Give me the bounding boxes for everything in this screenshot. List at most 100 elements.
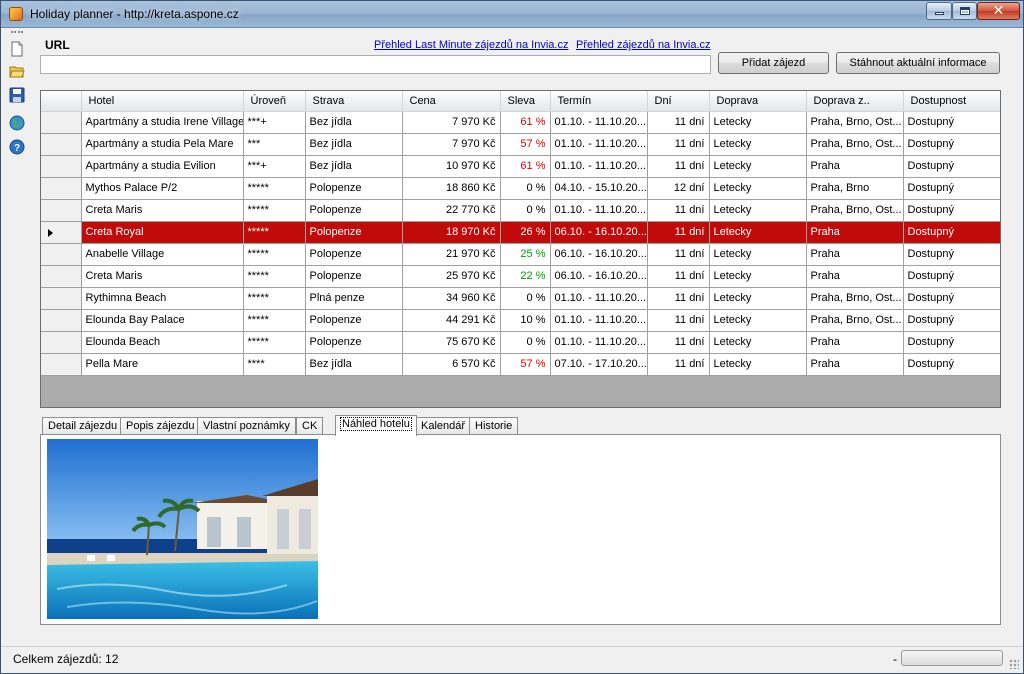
cell-hotel[interactable]: Elounda Bay Palace: [81, 309, 244, 332]
cell-discount[interactable]: 0 %: [500, 287, 551, 310]
cell-discount[interactable]: 61 %: [500, 111, 551, 134]
cell-transport[interactable]: Letecky: [709, 353, 807, 376]
cell-transport-from[interactable]: Praha: [806, 331, 904, 354]
cell-transport-from[interactable]: Praha: [806, 155, 904, 178]
download-info-button[interactable]: Stáhnout aktuální informace: [836, 52, 1000, 74]
row-header[interactable]: [41, 331, 82, 354]
cell-transport-from[interactable]: Praha: [806, 353, 904, 376]
cell-level[interactable]: *****: [243, 331, 306, 354]
cell-board[interactable]: Polopenze: [305, 265, 403, 288]
cell-level[interactable]: ***: [243, 133, 306, 156]
table-row[interactable]: Creta Maris ***** Polopenze 22 770 Kč 0 % 01.…: [41, 199, 1000, 222]
close-button[interactable]: ✕: [977, 2, 1020, 20]
cell-price[interactable]: 18 970 Kč: [402, 221, 501, 244]
cell-board[interactable]: Bez jídla: [305, 111, 403, 134]
cell-price[interactable]: 22 770 Kč: [402, 199, 501, 222]
cell-hotel[interactable]: Creta Maris: [81, 265, 244, 288]
maximize-button[interactable]: [952, 2, 977, 20]
tab-5[interactable]: Kalendář: [415, 417, 472, 435]
row-header[interactable]: [41, 111, 82, 134]
cell-availability[interactable]: Dostupný: [903, 287, 1000, 310]
cell-days[interactable]: 11 dní: [647, 265, 710, 288]
cell-days[interactable]: 11 dní: [647, 111, 710, 134]
cell-price[interactable]: 10 970 Kč: [402, 155, 501, 178]
cell-term[interactable]: 04.10. - 15.10.20...: [550, 177, 648, 200]
cell-transport-from[interactable]: Praha, Brno, Ost...: [806, 287, 904, 310]
cell-term[interactable]: 01.10. - 11.10.20...: [550, 111, 648, 134]
open-folder-icon[interactable]: [9, 63, 25, 79]
cell-price[interactable]: 25 970 Kč: [402, 265, 501, 288]
cell-hotel[interactable]: Rythimna Beach: [81, 287, 244, 310]
cell-level[interactable]: *****: [243, 287, 306, 310]
cell-availability[interactable]: Dostupný: [903, 155, 1000, 178]
column-header-term[interactable]: Termín: [550, 91, 648, 112]
cell-board[interactable]: Polopenze: [305, 199, 403, 222]
cell-discount[interactable]: 26 %: [500, 221, 551, 244]
row-header[interactable]: [41, 287, 82, 310]
table-row[interactable]: Mythos Palace P/2 ***** Polopenze 18 860 Kč…: [41, 177, 1000, 200]
cell-transport[interactable]: Letecky: [709, 331, 807, 354]
app-icon[interactable]: [9, 7, 23, 21]
cell-price[interactable]: 7 970 Kč: [402, 111, 501, 134]
cell-level[interactable]: ***+: [243, 111, 306, 134]
cell-discount[interactable]: 0 %: [500, 177, 551, 200]
row-header[interactable]: [41, 177, 82, 200]
cell-board[interactable]: Bez jídla: [305, 133, 403, 156]
row-header[interactable]: [41, 309, 82, 332]
cell-discount[interactable]: 0 %: [500, 331, 551, 354]
cell-transport-from[interactable]: Praha, Brno, Ost...: [806, 309, 904, 332]
cell-transport[interactable]: Letecky: [709, 287, 807, 310]
cell-availability[interactable]: Dostupný: [903, 243, 1000, 266]
cell-term[interactable]: 01.10. - 11.10.20...: [550, 287, 648, 310]
cell-days[interactable]: 11 dní: [647, 243, 710, 266]
cell-transport[interactable]: Letecky: [709, 133, 807, 156]
column-header-board[interactable]: Strava: [305, 91, 403, 112]
column-header-price[interactable]: Cena: [402, 91, 501, 112]
cell-hotel[interactable]: Apartmány a studia Irene Village: [81, 111, 244, 134]
cell-availability[interactable]: Dostupný: [903, 309, 1000, 332]
cell-availability[interactable]: Dostupný: [903, 133, 1000, 156]
cell-days[interactable]: 11 dní: [647, 221, 710, 244]
title-bar[interactable]: Holiday planner - http://kreta.aspone.cz…: [1, 1, 1023, 28]
cell-discount[interactable]: 61 %: [500, 155, 551, 178]
resize-grip[interactable]: [1009, 659, 1019, 669]
trips-grid[interactable]: Hotel Úroveň Strava Cena Sleva Termín Dn…: [40, 90, 1001, 408]
cell-hotel[interactable]: Apartmány a studia Pela Mare: [81, 133, 244, 156]
row-header[interactable]: [41, 265, 82, 288]
cell-board[interactable]: Polopenze: [305, 243, 403, 266]
cell-level[interactable]: ****: [243, 353, 306, 376]
cell-board[interactable]: Plná penze: [305, 287, 403, 310]
cell-level[interactable]: *****: [243, 221, 306, 244]
cell-term[interactable]: 01.10. - 11.10.20...: [550, 133, 648, 156]
cell-transport[interactable]: Letecky: [709, 309, 807, 332]
row-header[interactable]: [41, 199, 82, 222]
table-row[interactable]: Apartmány a studia Irene Village ***+ Bez …: [41, 111, 1000, 134]
cell-transport[interactable]: Letecky: [709, 177, 807, 200]
tab-2[interactable]: Vlastní poznámky: [197, 417, 296, 435]
table-row[interactable]: Anabelle Village ***** Polopenze 21 970 Kč 2…: [41, 243, 1000, 266]
toolbar-grip[interactable]: [11, 31, 23, 34]
cell-discount[interactable]: 25 %: [500, 243, 551, 266]
cell-availability[interactable]: Dostupný: [903, 265, 1000, 288]
cell-hotel[interactable]: Creta Royal: [81, 221, 244, 244]
cell-transport[interactable]: Letecky: [709, 111, 807, 134]
cell-board[interactable]: Polopenze: [305, 331, 403, 354]
cell-term[interactable]: 01.10. - 11.10.20...: [550, 309, 648, 332]
cell-days[interactable]: 11 dní: [647, 353, 710, 376]
cell-days[interactable]: 12 dní: [647, 177, 710, 200]
table-row[interactable]: Pella Mare **** Bez jídla 6 570 Kč 57 % 07.10…: [41, 353, 1000, 376]
cell-board[interactable]: Polopenze: [305, 177, 403, 200]
cell-term[interactable]: 07.10. - 17.10.20...: [550, 353, 648, 376]
cell-transport-from[interactable]: Praha, Brno, Ost...: [806, 199, 904, 222]
save-icon[interactable]: [9, 87, 25, 103]
row-header[interactable]: [41, 221, 82, 244]
tab-6[interactable]: Historie: [469, 417, 519, 435]
cell-price[interactable]: 6 570 Kč: [402, 353, 501, 376]
cell-term[interactable]: 01.10. - 11.10.20...: [550, 331, 648, 354]
cell-price[interactable]: 21 970 Kč: [402, 243, 501, 266]
cell-board[interactable]: Bez jídla: [305, 155, 403, 178]
tab-1[interactable]: Popis zájezdu: [120, 417, 201, 435]
help-icon[interactable]: ?: [9, 139, 25, 155]
row-header[interactable]: [41, 133, 82, 156]
row-header[interactable]: [41, 155, 82, 178]
